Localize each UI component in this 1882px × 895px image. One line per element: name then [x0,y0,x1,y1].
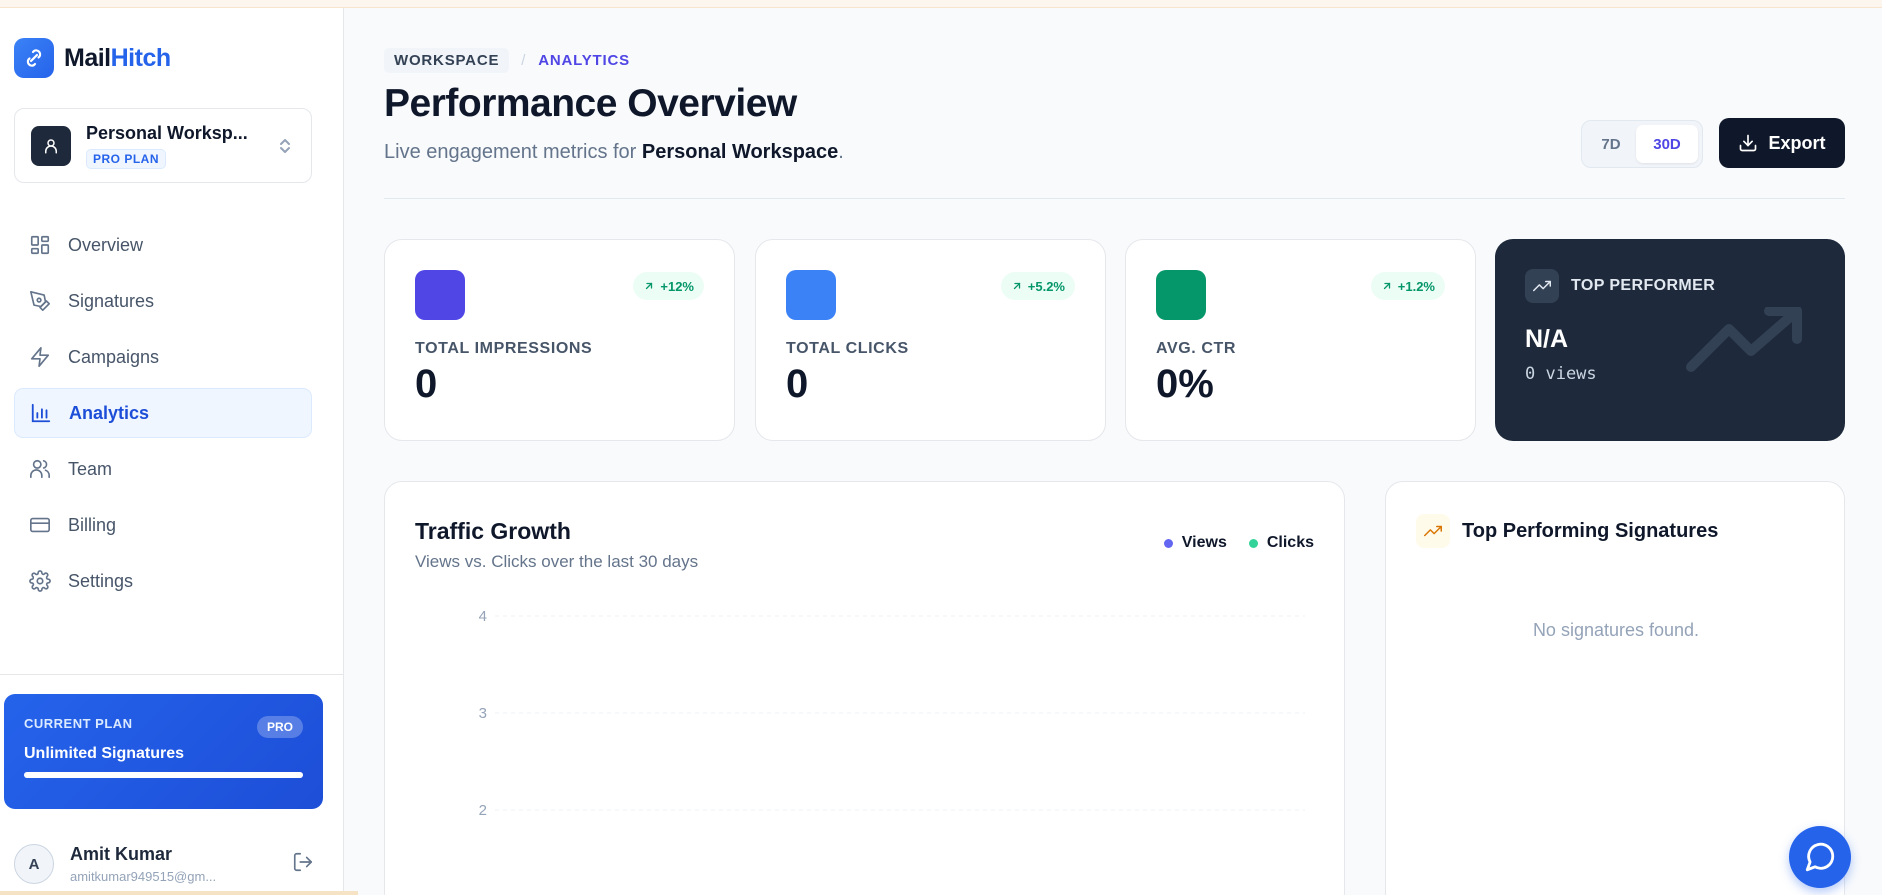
stat-card-clicks: +5.2% TOTAL CLICKS 0 [755,239,1106,441]
export-button[interactable]: Export [1719,118,1845,168]
stat-card-ctr: +1.2% AVG. CTR 0% [1125,239,1476,441]
date-range-toggle: 7D 30D [1581,120,1703,168]
workspace-name-highlight: Personal Workspace [641,141,839,163]
download-icon [1738,133,1758,153]
traffic-chart: 4 3 2 [479,608,1305,819]
sidebar-divider [0,674,343,675]
workspace-switcher[interactable]: Personal Worksp... PRO PLAN [14,108,312,183]
stat-value: 0 [415,362,438,406]
gear-icon [28,569,52,593]
brand-name: MailHitch [64,43,171,72]
y-tick-label: 3 [479,705,487,722]
breadcrumb-separator: / [521,52,527,69]
trend-badge: +5.2% [1000,272,1075,300]
trend-badge: +12% [633,272,704,300]
sidebar-item-team[interactable]: Team [14,444,312,494]
stat-card-impressions: +12% TOTAL IMPRESSIONS 0 [384,239,735,441]
header-divider [384,198,1845,199]
user-email: amitkumar949515@gm... [70,869,217,884]
trending-up-icon [1416,514,1450,548]
user-icon [31,125,71,166]
top-performer-label: TOP PERFORMER [1571,277,1716,294]
export-label: Export [1768,132,1826,153]
logout-icon[interactable] [292,851,314,878]
arrow-up-right-icon [646,282,653,290]
trending-up-icon [1525,269,1559,303]
workspace-name: Personal Worksp... [86,122,248,143]
users-icon [28,457,52,481]
chevron-up-down-icon [275,136,295,156]
range-7d-button[interactable]: 7D [1586,125,1636,163]
trend-badge: +1.2% [1370,272,1445,300]
page-subtitle: Live engagement metrics for Personal Wor… [384,141,844,163]
avatar: A [14,844,54,884]
stat-value: 0% [1156,362,1214,406]
sidebar-item-overview[interactable]: Overview [14,220,312,270]
ctr-icon [1156,270,1206,320]
sidebar-item-label: Overview [68,234,144,255]
sidebar-nav: Overview Signatures Campaigns Analytics … [14,220,312,612]
chat-bubble-icon [1805,842,1835,872]
brand-logo[interactable]: MailHitch [14,38,171,78]
top-signatures-title: Top Performing Signatures [1462,519,1719,542]
top-performer-card: TOP PERFORMER N/A 0 views [1495,239,1845,441]
sidebar: MailHitch Personal Worksp... PRO PLAN Ov… [0,8,344,895]
stat-label: AVG. CTR [1156,340,1237,357]
current-plan-card: CURRENT PLAN PRO Unlimited Signatures [4,694,323,809]
y-tick-label: 4 [479,608,487,625]
top-accent-line [0,0,1882,8]
clicks-icon [786,270,836,320]
bottom-accent-line [0,891,358,895]
sidebar-item-label: Billing [68,514,117,535]
user-name: Amit Kumar [70,844,173,864]
impressions-icon [415,270,465,320]
sidebar-item-label: Settings [68,570,134,591]
breadcrumb-workspace[interactable]: WORKSPACE [384,48,510,73]
stat-value: 0 [786,362,809,406]
sidebar-item-analytics[interactable]: Analytics [14,388,312,438]
range-30d-button[interactable]: 30D [1636,125,1698,163]
pen-tool-icon [28,289,52,313]
arrow-up-right-icon [1383,282,1390,290]
page-title: Performance Overview [384,82,797,125]
sidebar-item-signatures[interactable]: Signatures [14,276,312,326]
plan-title: Unlimited Signatures [24,745,185,762]
user-profile[interactable]: A Amit Kumar amitkumar949515@gm... [14,844,314,884]
plan-usage-fill [24,772,303,778]
trending-up-decoration-icon [1686,307,1802,372]
empty-state-text: No signatures found. [1532,620,1700,640]
arrow-up-right-icon [1013,282,1020,290]
stat-label: TOTAL IMPRESSIONS [415,340,593,357]
grid-icon [28,233,52,257]
sidebar-item-settings[interactable]: Settings [14,556,312,606]
top-signatures-card: Top Performing Signatures No signatures … [1385,481,1845,895]
credit-card-icon [28,513,52,537]
breadcrumb-current: ANALYTICS [538,52,630,69]
plan-badge: PRO PLAN [86,148,167,169]
chat-support-button[interactable] [1789,826,1851,888]
sidebar-item-label: Team [68,458,113,479]
sidebar-item-label: Signatures [68,290,155,311]
plan-usage-bar [24,772,303,778]
sidebar-item-campaigns[interactable]: Campaigns [14,332,312,382]
bar-chart-icon [29,401,53,425]
plan-tier-badge: PRO [256,716,303,738]
mailhitch-logo-icon [14,38,54,78]
sidebar-item-billing[interactable]: Billing [14,500,312,550]
breadcrumb: WORKSPACE / ANALYTICS [384,48,630,73]
y-tick-label: 2 [479,802,487,819]
sidebar-item-label: Analytics [69,402,150,423]
stat-label: TOTAL CLICKS [786,340,909,357]
sidebar-item-label: Campaigns [68,346,160,367]
traffic-growth-card: Traffic Growth Views vs. Clicks over the… [384,481,1345,895]
zap-icon [28,345,52,369]
